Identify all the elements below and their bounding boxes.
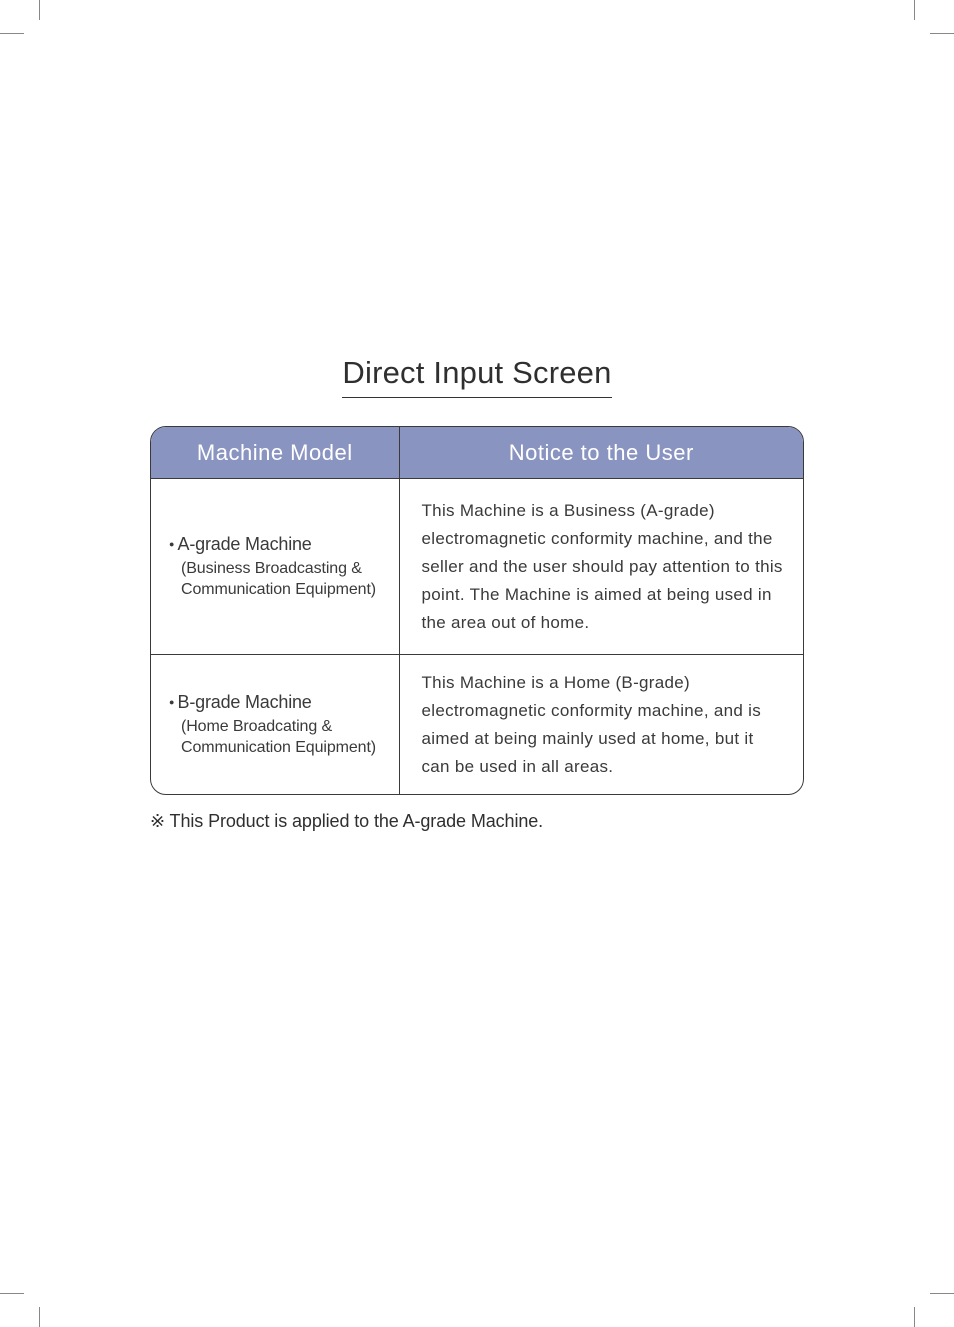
notice-cell-b-grade: This Machine is a Home (B-grade) electro… — [399, 655, 803, 795]
crop-mark — [39, 1307, 40, 1327]
model-title: A-grade Machine — [169, 534, 385, 555]
table-header-row: Machine Model Notice to the User — [151, 427, 803, 479]
model-cell-a-grade: A-grade Machine (Business Broadcasting &… — [151, 479, 399, 655]
crop-mark — [0, 33, 24, 34]
crop-mark — [930, 1293, 954, 1294]
machine-table: Machine Model Notice to the User A-grade… — [150, 426, 804, 795]
page-content: Direct Input Screen Machine Model Notice… — [0, 0, 954, 832]
crop-mark — [914, 1307, 915, 1327]
header-notice: Notice to the User — [399, 427, 803, 479]
header-machine-model: Machine Model — [151, 427, 399, 479]
crop-mark — [39, 0, 40, 20]
crop-mark — [930, 33, 954, 34]
footnote: ※ This Product is applied to the A-grade… — [150, 811, 804, 832]
page-title: Direct Input Screen — [342, 355, 611, 398]
model-subtitle: (Home Broadcating & Communication Equipm… — [169, 716, 385, 759]
crop-mark — [914, 0, 915, 20]
crop-mark — [0, 1293, 24, 1294]
model-cell-b-grade: B-grade Machine (Home Broadcating & Comm… — [151, 655, 399, 795]
model-subtitle: (Business Broadcasting & Communication E… — [169, 558, 385, 601]
model-title: B-grade Machine — [169, 692, 385, 713]
notice-cell-a-grade: This Machine is a Business (A-grade) ele… — [399, 479, 803, 655]
table-row: B-grade Machine (Home Broadcating & Comm… — [151, 655, 803, 795]
table-row: A-grade Machine (Business Broadcasting &… — [151, 479, 803, 655]
